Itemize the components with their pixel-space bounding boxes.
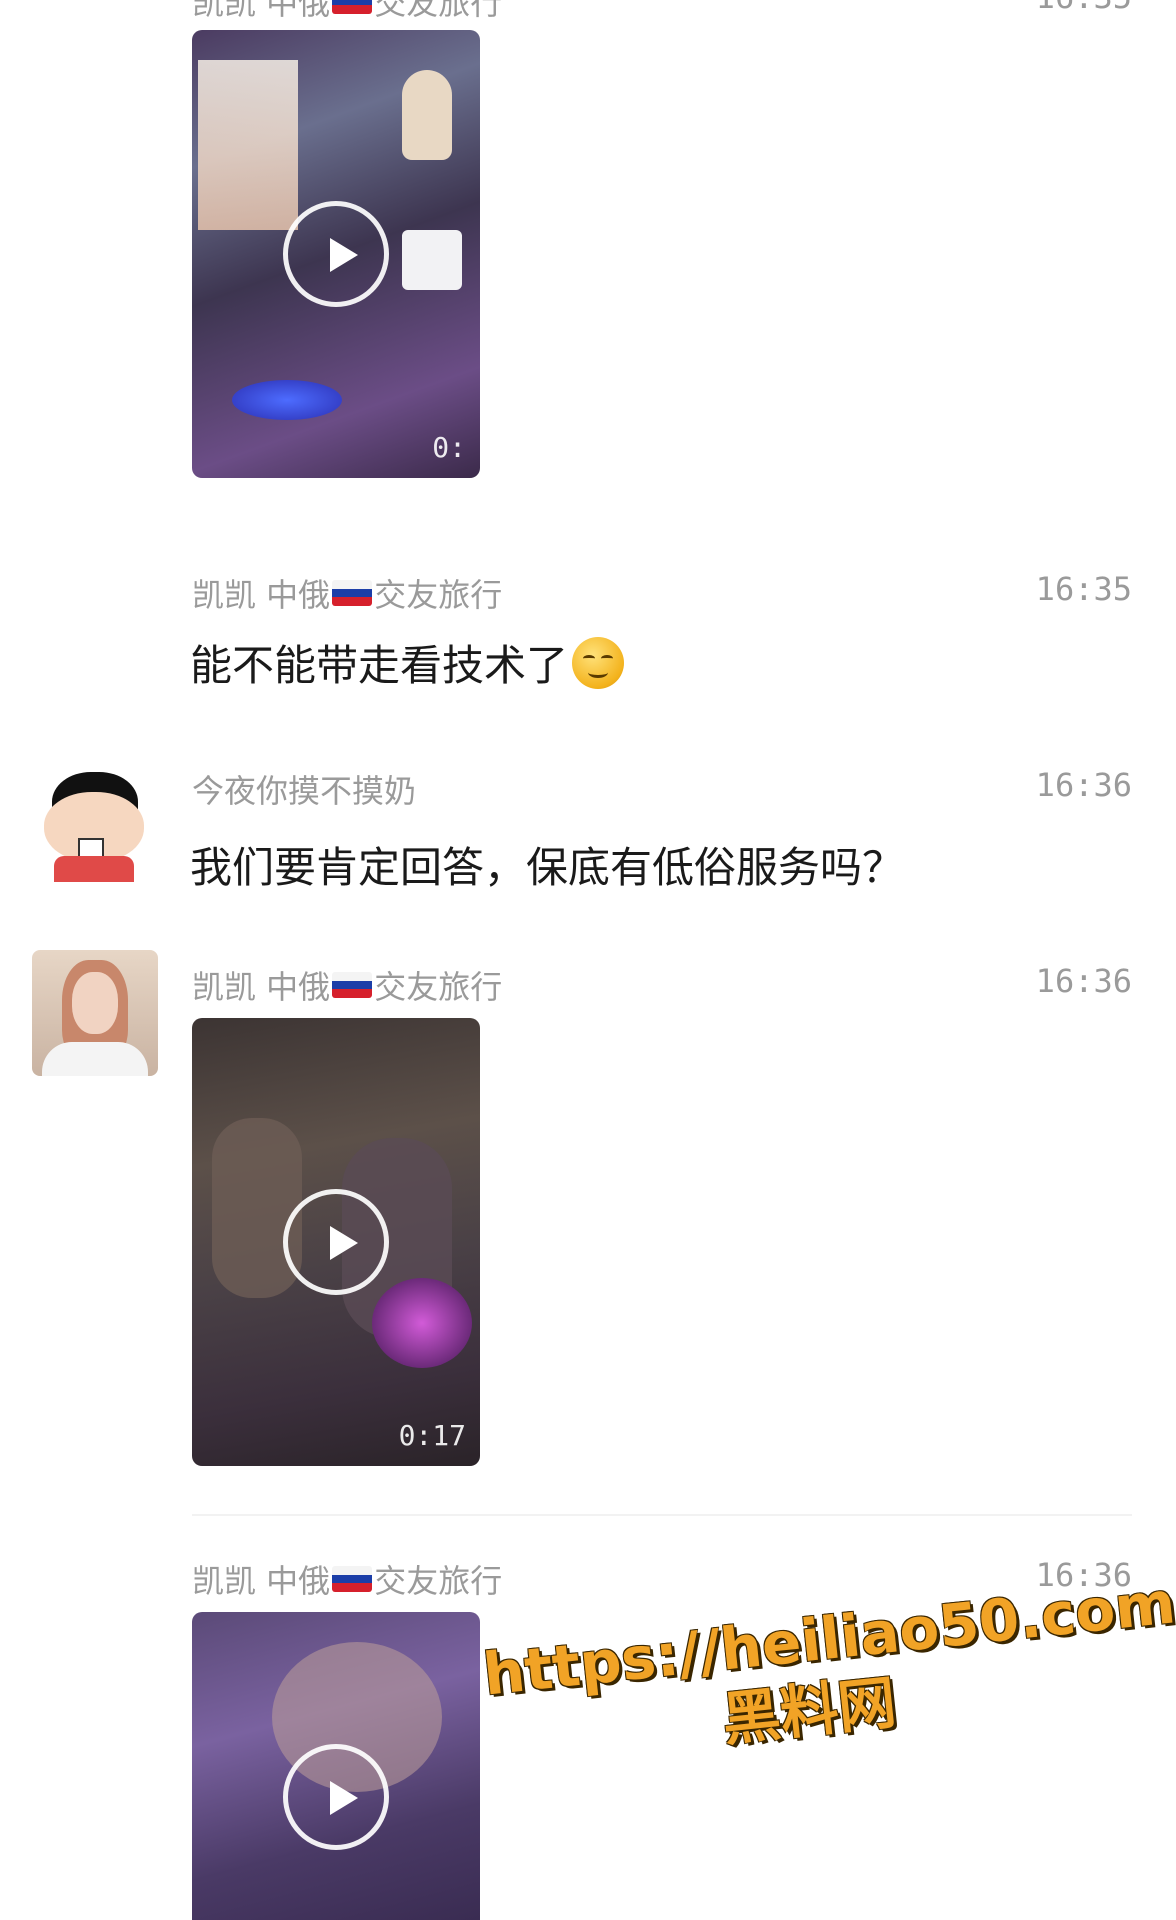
avatar-face bbox=[72, 972, 118, 1034]
watermark: https://heiliao50.com 黑料网 bbox=[480, 1568, 1176, 1779]
divider bbox=[192, 1514, 1132, 1516]
video-message[interactable]: 0: bbox=[192, 30, 480, 478]
play-icon[interactable] bbox=[283, 1189, 389, 1295]
sender-name: 凯凯 中俄 交友旅行 bbox=[192, 576, 503, 614]
video-duration: 0: bbox=[432, 431, 466, 464]
video-message[interactable]: 0:17 bbox=[192, 1018, 480, 1466]
avatar-shirt bbox=[54, 856, 134, 882]
smiling-face-emoji-icon bbox=[572, 636, 625, 689]
avatar-shirt bbox=[42, 1042, 148, 1076]
russia-flag-icon bbox=[332, 972, 373, 998]
video-thumbnail-light bbox=[372, 1278, 472, 1368]
message-time: 16:36 bbox=[1035, 766, 1132, 804]
sender-name: 凯凯 中俄 交友旅行 bbox=[192, 1562, 503, 1600]
woman-photo-avatar[interactable] bbox=[32, 950, 158, 1076]
sender-name: 凯凯 中俄 交友旅行 bbox=[192, 0, 502, 24]
video-thumbnail-figure bbox=[402, 230, 462, 290]
russia-flag-icon bbox=[332, 1566, 373, 1592]
message-time: 16:35 bbox=[1035, 570, 1132, 608]
video-thumbnail-figure bbox=[402, 70, 452, 160]
video-duration: 0:17 bbox=[398, 1419, 466, 1452]
video-thumbnail-screen bbox=[198, 60, 298, 230]
russia-flag-icon bbox=[332, 0, 373, 14]
play-icon[interactable] bbox=[283, 201, 389, 307]
cartoon-boy-avatar[interactable] bbox=[32, 756, 158, 882]
play-icon[interactable] bbox=[283, 1743, 389, 1850]
message-text: 我们要肯定回答，保底有低俗服务吗？ bbox=[190, 843, 905, 892]
video-thumbnail-light bbox=[232, 380, 342, 420]
message-text: 能不能带走看技术了 bbox=[190, 632, 625, 693]
message-time: 16:35 bbox=[1036, 0, 1132, 16]
message-time: 16:36 bbox=[1035, 962, 1132, 1000]
video-message[interactable] bbox=[192, 1612, 480, 1920]
video-thumbnail-figure bbox=[212, 1118, 302, 1298]
russia-flag-icon bbox=[332, 580, 373, 606]
avatar-teeth bbox=[78, 838, 104, 858]
sender-name: 凯凯 中俄 交友旅行 bbox=[192, 968, 503, 1006]
sender-name: 今夜你摸不摸奶 bbox=[192, 772, 417, 810]
